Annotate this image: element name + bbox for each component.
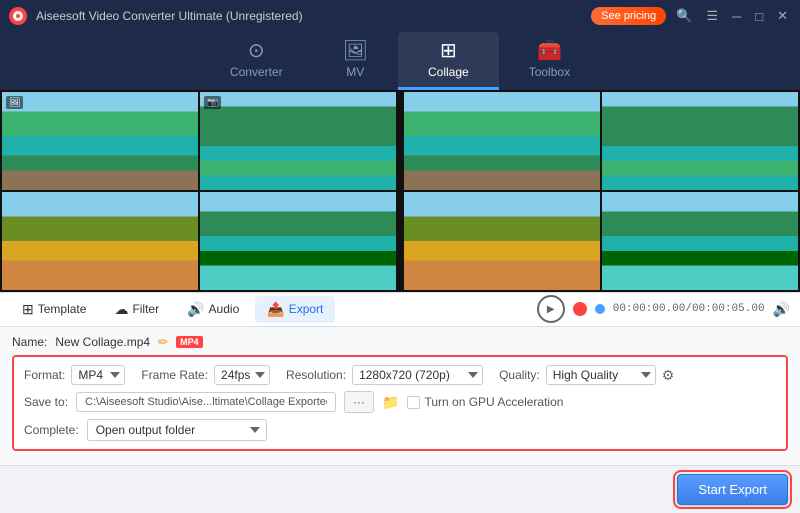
export-button[interactable]: 📤 Export	[255, 296, 335, 323]
cell-overlay-2: 📷	[204, 96, 221, 109]
play-button[interactable]: ▶	[537, 295, 565, 323]
collage-cell-4[interactable]	[200, 192, 396, 290]
mv-icon: 🖼	[343, 38, 368, 63]
time-display: 00:00:00.00/00:00:05.00	[613, 303, 765, 315]
edit-icon[interactable]: ✏	[158, 335, 168, 349]
tab-collage[interactable]: ⊞ Collage	[398, 32, 499, 90]
preview-cell-4	[602, 192, 798, 290]
preview-image-2	[602, 92, 798, 190]
toolbar-left: ⊞ Template ☁ Filter 🔊 Audio 📤 Export	[10, 296, 537, 323]
filter-icon: ☁	[114, 301, 128, 318]
mp4-badge: MP4	[176, 336, 203, 348]
audio-button[interactable]: 🔊 Audio	[175, 296, 251, 323]
framerate-label: Frame Rate:	[141, 368, 208, 382]
quality-select[interactable]: High Quality Medium Quality	[546, 365, 656, 385]
start-export-button[interactable]: Start Export	[677, 474, 788, 505]
export-label: Export	[289, 302, 324, 316]
folder-icon[interactable]: 📁	[382, 394, 399, 411]
collage-icon: ⊞	[440, 38, 457, 63]
collage-image-4	[200, 192, 396, 290]
video-area: 🖼 📷	[0, 90, 800, 292]
tab-mv[interactable]: 🖼 MV	[313, 32, 398, 90]
format-row: Format: MP4 MOV AVI Frame Rate: 24fps 30…	[24, 365, 776, 385]
collage-editor[interactable]: 🖼 📷	[0, 90, 398, 292]
main-content: 🖼 📷	[0, 90, 800, 513]
gpu-acceleration-group: Turn on GPU Acceleration	[407, 395, 563, 409]
preview-cell-1	[404, 92, 600, 190]
name-label: Name:	[12, 335, 47, 349]
preview-panel	[402, 90, 800, 292]
preview-cell-3	[404, 192, 600, 290]
tab-mv-label: MV	[346, 65, 364, 79]
preview-cell-2	[602, 92, 798, 190]
filter-button[interactable]: ☁ Filter	[102, 296, 171, 323]
browse-button[interactable]: ···	[344, 391, 374, 413]
record-button[interactable]	[573, 302, 587, 316]
export-settings-box: Format: MP4 MOV AVI Frame Rate: 24fps 30…	[12, 355, 788, 451]
collage-cell-3[interactable]	[2, 192, 198, 290]
titlebar: Aiseesoft Video Converter Ultimate (Unre…	[0, 0, 800, 32]
converter-icon: ⊙	[248, 38, 265, 63]
format-select[interactable]: MP4 MOV AVI	[71, 365, 125, 385]
tab-toolbox[interactable]: 🧰 Toolbox	[499, 32, 600, 90]
export-icon: 📤	[267, 301, 284, 318]
saveto-path-input[interactable]	[76, 392, 336, 412]
framerate-group: Frame Rate: 24fps 30fps 60fps	[141, 365, 270, 385]
app-logo	[8, 6, 28, 26]
tab-toolbox-label: Toolbox	[529, 65, 570, 79]
minimize-icon[interactable]: ─	[728, 7, 745, 26]
toolbar: ⊞ Template ☁ Filter 🔊 Audio 📤 Export ▶ 0…	[0, 292, 800, 327]
format-group: Format: MP4 MOV AVI	[24, 365, 125, 385]
collage-cell-1[interactable]: 🖼	[2, 92, 198, 190]
preview-image-1	[404, 92, 600, 190]
quality-group: Quality: High Quality Medium Quality ⚙	[499, 365, 674, 385]
bottom-bar: Start Export	[0, 465, 800, 513]
collage-image-3	[2, 192, 198, 290]
framerate-select[interactable]: 24fps 30fps 60fps	[214, 365, 270, 385]
close-icon[interactable]: ✕	[773, 6, 792, 26]
quality-gear-icon[interactable]: ⚙	[662, 367, 675, 384]
see-pricing-button[interactable]: See pricing	[591, 7, 666, 25]
resolution-label: Resolution:	[286, 368, 346, 382]
tab-collage-label: Collage	[428, 65, 469, 79]
complete-row: Complete: Open output folder Do nothing …	[24, 419, 776, 441]
quality-label: Quality:	[499, 368, 540, 382]
gpu-checkbox[interactable]	[407, 396, 420, 409]
filter-label: Filter	[132, 302, 159, 316]
resolution-group: Resolution: 1280x720 (720p) 1920x1080 (1…	[286, 365, 483, 385]
search-icon[interactable]: 🔍	[672, 6, 696, 26]
toolbar-right: ▶ 00:00:00.00/00:00:05.00 🔊	[537, 295, 790, 323]
template-icon: ⊞	[22, 301, 34, 318]
tab-converter[interactable]: ⊙ Converter	[200, 32, 313, 90]
menu-icon[interactable]: ☰	[702, 6, 722, 26]
template-button[interactable]: ⊞ Template	[10, 296, 98, 323]
name-value: New Collage.mp4	[55, 335, 150, 349]
volume-icon[interactable]: 🔊	[773, 301, 790, 318]
audio-icon: 🔊	[187, 301, 204, 318]
titlebar-controls: See pricing 🔍 ☰ ─ □ ✕	[591, 6, 792, 26]
saveto-row: Save to: ··· 📁 Turn on GPU Acceleration	[24, 391, 776, 413]
toolbox-icon: 🧰	[537, 38, 562, 63]
collage-image-1	[2, 92, 198, 190]
tab-converter-label: Converter	[230, 65, 283, 79]
collage-cell-2[interactable]: 📷	[200, 92, 396, 190]
cell-overlay-1: 🖼	[6, 96, 23, 109]
gpu-label: Turn on GPU Acceleration	[424, 395, 563, 409]
format-label: Format:	[24, 368, 65, 382]
resolution-select[interactable]: 1280x720 (720p) 1920x1080 (1080p)	[352, 365, 483, 385]
complete-label: Complete:	[24, 423, 79, 437]
template-label: Template	[38, 302, 87, 316]
saveto-label: Save to:	[24, 395, 68, 409]
nav-tabs: ⊙ Converter 🖼 MV ⊞ Collage 🧰 Toolbox	[0, 32, 800, 90]
preview-image-4	[602, 192, 798, 290]
settings-area: Name: New Collage.mp4 ✏ MP4 Format: MP4 …	[0, 327, 800, 465]
maximize-icon[interactable]: □	[751, 7, 767, 26]
dot-button[interactable]	[595, 304, 605, 314]
collage-image-2	[200, 92, 396, 190]
audio-label: Audio	[209, 302, 240, 316]
complete-select[interactable]: Open output folder Do nothing Shut down	[87, 419, 267, 441]
app-title: Aiseesoft Video Converter Ultimate (Unre…	[36, 9, 591, 23]
preview-image-3	[404, 192, 600, 290]
name-row: Name: New Collage.mp4 ✏ MP4	[12, 335, 788, 349]
